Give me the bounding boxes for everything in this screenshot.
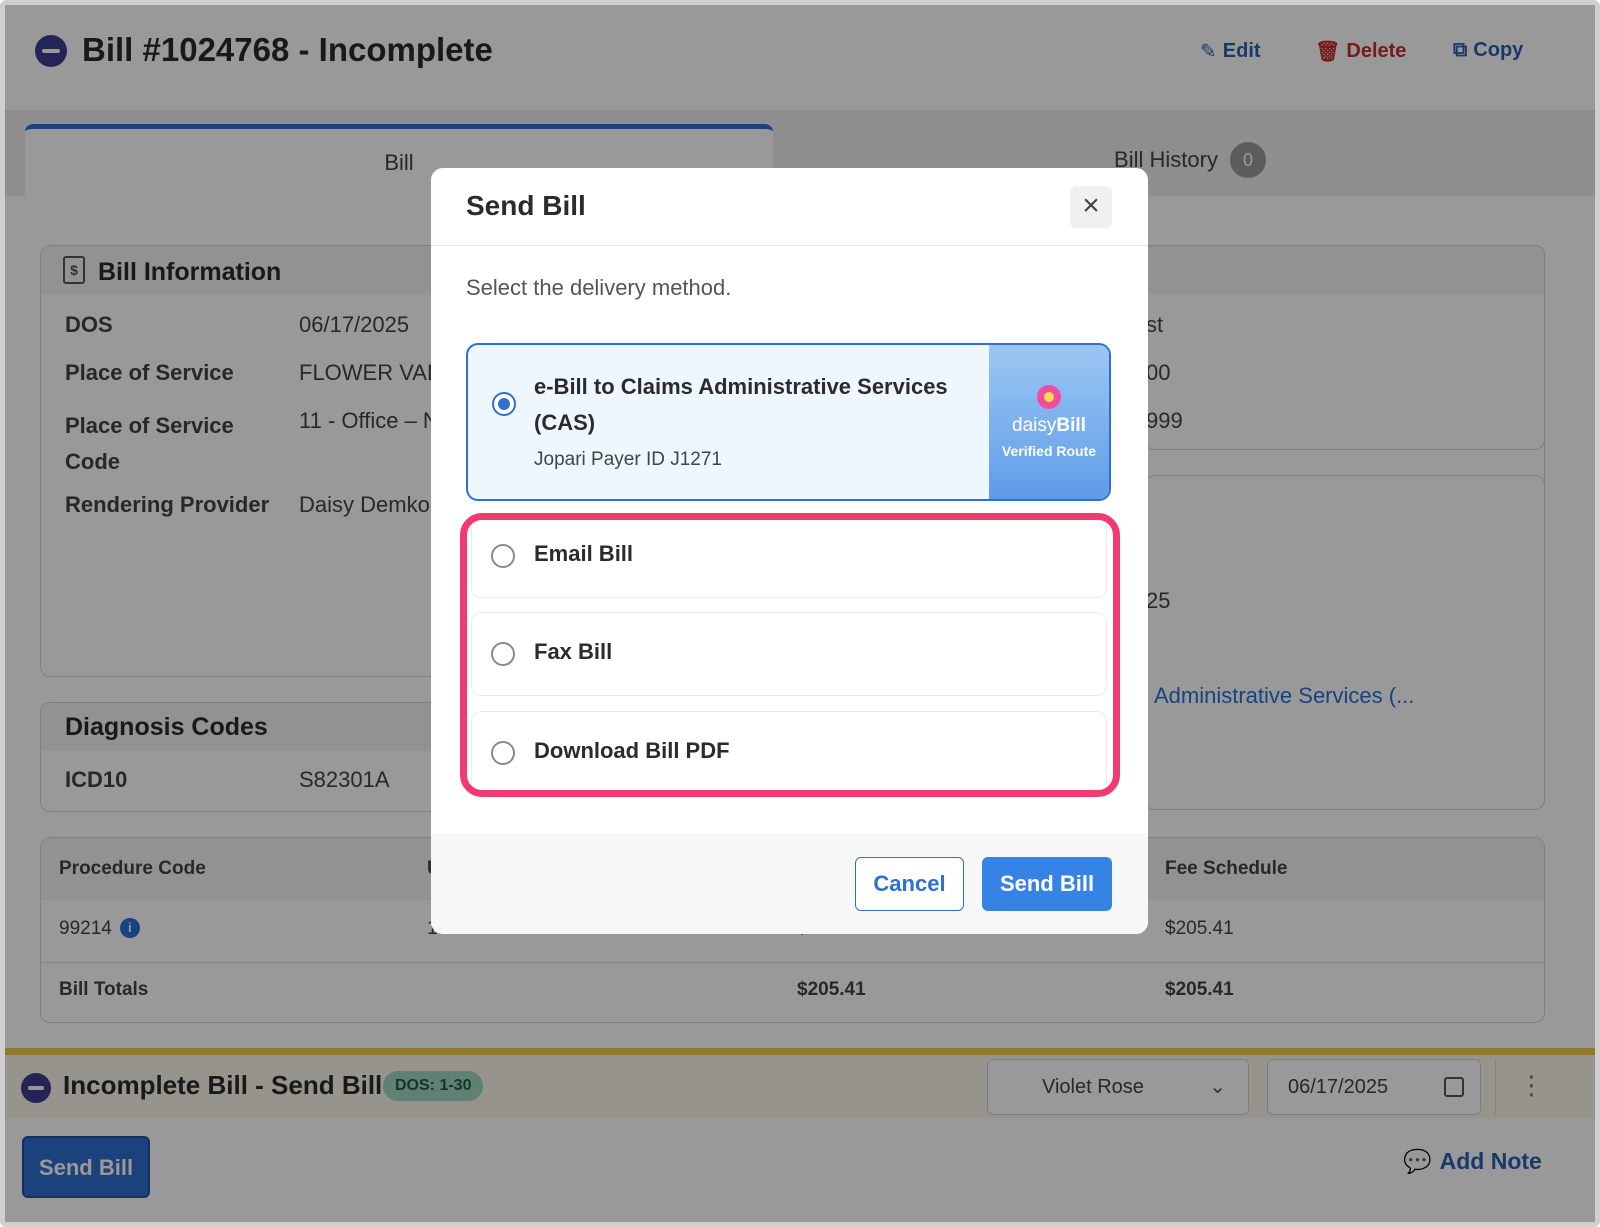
close-icon[interactable]: × bbox=[1070, 186, 1112, 228]
brand-logo: daisyBill bbox=[1012, 415, 1086, 436]
verified-route-badge: daisyBill Verified Route bbox=[989, 345, 1109, 499]
cancel-button[interactable]: Cancel bbox=[855, 857, 964, 911]
delivery-option-ebill[interactable]: e-Bill to Claims Administrative Services… bbox=[466, 343, 1111, 501]
option-subtitle: Jopari Payer ID J1271 bbox=[534, 449, 722, 470]
radio-selected[interactable] bbox=[492, 392, 516, 416]
send-bill-confirm-button[interactable]: Send Bill bbox=[982, 857, 1112, 911]
option-title: e-Bill to Claims Administrative Services… bbox=[534, 374, 948, 435]
verified-route-label: Verified Route bbox=[1001, 443, 1097, 459]
dialog-instructions: Select the delivery method. bbox=[466, 275, 732, 300]
daisy-flower-icon bbox=[1037, 385, 1061, 409]
send-bill-dialog: Send Bill × Select the delivery method. … bbox=[431, 168, 1148, 934]
highlight-annotation bbox=[460, 513, 1120, 797]
dialog-title: Send Bill bbox=[466, 190, 586, 221]
dialog-footer: Cancel Send Bill bbox=[431, 833, 1148, 934]
app-window: Bill #1024768 - Incomplete ✎ Edit 🗑 Dele… bbox=[0, 0, 1600, 1227]
dialog-header: Send Bill × bbox=[431, 168, 1148, 246]
